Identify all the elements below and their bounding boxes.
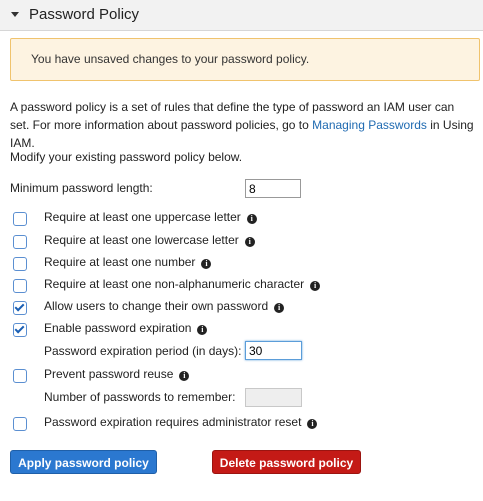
reuse-count-input[interactable] xyxy=(245,388,302,407)
apply-policy-button[interactable]: Apply password policy xyxy=(10,450,157,474)
prevent-reuse-checkbox[interactable] xyxy=(13,369,27,383)
check-icon xyxy=(14,301,25,312)
uppercase-label: Require at least one uppercase letter xyxy=(44,210,241,224)
info-icon[interactable]: i xyxy=(310,281,321,291)
info-icon[interactable]: i xyxy=(201,259,212,269)
policy-description: A password policy is a set of rules that… xyxy=(10,98,475,152)
min-length-label: Minimum password length: xyxy=(10,181,153,195)
admin-reset-label: Password expiration requires administrat… xyxy=(44,415,302,429)
info-icon[interactable]: i xyxy=(246,214,257,224)
min-length-input[interactable] xyxy=(245,179,301,198)
non-alphanumeric-checkbox[interactable] xyxy=(13,279,27,293)
prevent-reuse-label: Prevent password reuse xyxy=(44,367,174,381)
expiration-period-label: Password expiration period (in days): xyxy=(44,344,242,358)
lowercase-label: Require at least one lowercase letter xyxy=(44,233,239,247)
number-checkbox[interactable] xyxy=(13,257,27,271)
info-icon[interactable]: i xyxy=(307,419,318,429)
reuse-count-label: Number of passwords to remember: xyxy=(44,390,236,404)
lowercase-checkbox[interactable] xyxy=(13,235,27,249)
modify-instructions: Modify your existing password policy bel… xyxy=(10,150,243,164)
allow-change-checkbox[interactable] xyxy=(13,301,27,315)
expiration-checkbox[interactable] xyxy=(13,323,27,337)
caret-down-icon[interactable] xyxy=(11,12,19,17)
admin-reset-checkbox[interactable] xyxy=(13,417,27,431)
info-icon[interactable]: i xyxy=(274,303,285,313)
info-icon[interactable]: i xyxy=(179,371,190,381)
section-header[interactable]: Password Policy xyxy=(0,0,483,31)
unsaved-changes-alert: You have unsaved changes to your passwor… xyxy=(10,38,480,81)
info-icon[interactable]: i xyxy=(244,237,255,247)
alert-text: You have unsaved changes to your passwor… xyxy=(31,52,310,66)
managing-passwords-link[interactable]: Managing Passwords xyxy=(312,118,427,132)
non-alphanumeric-label: Require at least one non-alphanumeric ch… xyxy=(44,277,305,291)
number-label: Require at least one number xyxy=(44,255,196,269)
expiration-label: Enable password expiration xyxy=(44,321,192,335)
allow-change-label: Allow users to change their own password xyxy=(44,299,269,313)
delete-policy-button[interactable]: Delete password policy xyxy=(212,450,361,474)
section-title: Password Policy xyxy=(29,6,140,23)
check-icon xyxy=(14,323,25,334)
info-icon[interactable]: i xyxy=(197,325,208,335)
expiration-period-input[interactable] xyxy=(245,341,302,360)
uppercase-checkbox[interactable] xyxy=(13,212,27,226)
